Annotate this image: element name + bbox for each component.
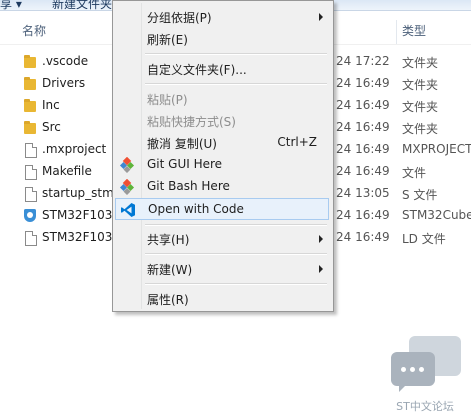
file-type: 文件夹 — [402, 78, 439, 92]
bubble-dot — [401, 367, 406, 372]
menu-item-label: 分组依据(P) — [147, 11, 212, 25]
file-name: Drivers — [42, 76, 86, 90]
menu-separator — [145, 53, 327, 55]
folder-icon — [22, 98, 38, 114]
submenu-arrow-icon — [319, 13, 323, 21]
folder-icon — [22, 120, 38, 136]
file-name: STM32F103C — [42, 208, 121, 222]
menu-separator — [145, 253, 327, 255]
menu-item-label: 撤消 复制(U) — [147, 137, 217, 151]
menu-item-group-by[interactable]: 分组依据(P) — [115, 6, 329, 28]
menu-item-label: 粘贴(P) — [147, 93, 188, 107]
file-date: 24 16:49 — [336, 230, 390, 244]
file-name: Inc — [42, 98, 60, 112]
git-icon — [119, 178, 135, 196]
file-icon — [22, 186, 38, 202]
submenu-arrow-icon — [319, 265, 323, 273]
menu-item-label: 刷新(E) — [147, 33, 188, 47]
st-forum-watermark: ST中文论坛 — [387, 336, 463, 414]
submenu-arrow-icon — [319, 235, 323, 243]
column-separator[interactable] — [396, 20, 397, 44]
menu-item-new[interactable]: 新建(W) — [115, 258, 329, 280]
file-icon — [22, 142, 38, 158]
bubble-dot — [419, 367, 424, 372]
stm32cube-shield-icon — [22, 208, 38, 224]
file-date: 24 16:49 — [336, 142, 390, 156]
watermark-text: ST中文论坛 — [396, 400, 454, 413]
file-name: STM32F103C — [42, 230, 121, 244]
file-icon — [22, 164, 38, 180]
menu-separator — [145, 83, 327, 85]
menu-item-undo-copy[interactable]: 撤消 复制(U) Ctrl+Z — [115, 132, 329, 154]
menu-item-share[interactable]: 共享(H) — [115, 228, 329, 250]
menu-separator — [145, 224, 327, 226]
file-type: 文件夹 — [402, 100, 439, 114]
context-menu: 分组依据(P) 刷新(E) 自定义文件夹(F)... 粘贴(P) 粘贴快捷方式(… — [112, 0, 334, 312]
file-name: startup_stm3 — [42, 186, 122, 200]
menu-item-open-with-code[interactable]: Open with Code — [115, 198, 329, 220]
menu-separator — [145, 283, 327, 285]
file-date: 24 16:49 — [336, 208, 390, 222]
menu-item-properties[interactable]: 属性(R) — [115, 288, 329, 310]
file-name: .mxproject — [42, 142, 107, 156]
file-type: 文件夹 — [402, 56, 439, 70]
file-type: 文件 — [402, 166, 427, 180]
menu-item-git-gui[interactable]: Git GUI Here — [115, 154, 329, 176]
bubble-dot — [410, 367, 415, 372]
file-date: 24 13:05 — [336, 186, 390, 200]
folder-icon — [22, 54, 38, 70]
file-name: .vscode — [42, 54, 89, 68]
share-toolbar-button[interactable]: 享 ▾ — [0, 0, 22, 10]
file-date: 24 16:49 — [336, 98, 390, 112]
file-type: 文件夹 — [402, 122, 439, 136]
file-icon — [22, 230, 38, 246]
file-date: 24 16:49 — [336, 76, 390, 90]
menu-item-paste-shortcut[interactable]: 粘贴快捷方式(S) — [115, 110, 329, 132]
git-icon — [119, 156, 135, 174]
folder-icon — [22, 76, 38, 92]
menu-item-refresh[interactable]: 刷新(E) — [115, 28, 329, 50]
menu-item-label: Git GUI Here — [147, 157, 223, 171]
file-type: STM32Cube — [402, 208, 471, 222]
file-name: Src — [42, 120, 61, 134]
menu-item-label: 新建(W) — [147, 263, 193, 277]
file-type: S 文件 — [402, 188, 438, 202]
column-header-name[interactable]: 名称 — [22, 22, 46, 44]
file-date: 24 16:49 — [336, 164, 390, 178]
menu-item-label: 自定义文件夹(F)... — [147, 63, 247, 77]
file-date: 24 16:49 — [336, 120, 390, 134]
menu-item-label: 共享(H) — [147, 233, 190, 247]
new-folder-toolbar-button[interactable]: 新建文件夹 — [52, 0, 112, 10]
file-type: MXPROJECT — [402, 142, 471, 156]
file-type: LD 文件 — [402, 232, 446, 246]
column-header-type[interactable]: 类型 — [402, 22, 426, 44]
menu-item-paste[interactable]: 粘贴(P) — [115, 88, 329, 110]
menu-item-git-bash[interactable]: Git Bash Here — [115, 176, 329, 198]
menu-item-label: Git Bash Here — [147, 179, 230, 193]
vscode-icon — [120, 202, 136, 218]
menu-item-shortcut: Ctrl+Z — [277, 135, 317, 149]
menu-item-label: 属性(R) — [147, 293, 189, 307]
file-date: 24 17:22 — [336, 54, 390, 68]
menu-item-customize-folder[interactable]: 自定义文件夹(F)... — [115, 58, 329, 80]
menu-item-label: Open with Code — [148, 202, 244, 216]
file-name: Makefile — [42, 164, 92, 178]
menu-item-label: 粘贴快捷方式(S) — [147, 115, 236, 129]
